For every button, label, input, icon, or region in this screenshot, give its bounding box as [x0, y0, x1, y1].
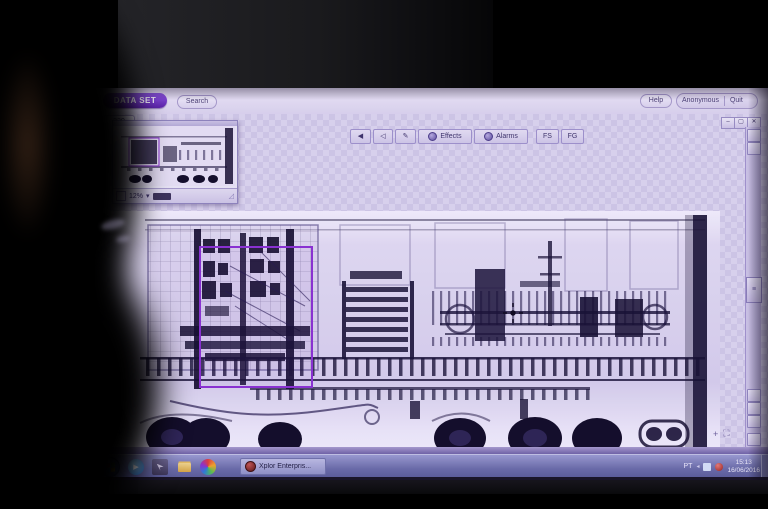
- thumbnail-resize-grip[interactable]: ◿: [229, 192, 234, 200]
- explorer-folder-icon[interactable]: [176, 459, 192, 475]
- anonymous-user-label: Anonymous: [682, 97, 719, 104]
- task-app-icon: [245, 461, 256, 472]
- corner-mark-icon: ∟: [103, 428, 112, 438]
- annotate-pencil-button[interactable]: ✎: [395, 128, 416, 144]
- silhouette-skin-highlight: [0, 50, 55, 240]
- help-button[interactable]: Help: [640, 94, 672, 108]
- strip-button-top-1[interactable]: [747, 129, 761, 142]
- strip-button-bottom-4[interactable]: [747, 433, 761, 446]
- session-group: Anonymous Quit: [676, 93, 758, 109]
- alarms-icon: [484, 131, 494, 141]
- clock-date: 16/06/2016: [727, 466, 760, 474]
- background-wall: [118, 0, 403, 88]
- thumbnail-footer: 12% ▾ ◿: [113, 188, 237, 203]
- scan-right-edge: [693, 215, 707, 451]
- zoom-in-right-button[interactable]: +: [713, 429, 718, 439]
- tray-icon-2[interactable]: [715, 462, 724, 471]
- background-wall-shadow: [403, 0, 493, 88]
- expand-view-button[interactable]: ⛶: [723, 428, 729, 439]
- right-control-strip: ≡: [745, 127, 762, 447]
- threat-annotation-rectangle[interactable]: [199, 246, 313, 388]
- show-desktop-button[interactable]: [761, 455, 768, 478]
- thumbnail-zoom-slider[interactable]: [152, 192, 171, 200]
- windows-logo-icon: [105, 461, 115, 473]
- zoom-in-left-button[interactable]: +: [117, 428, 122, 438]
- zoom-percent-value[interactable]: 12%: [129, 193, 143, 200]
- strip-button-top-2[interactable]: [747, 142, 761, 155]
- monitor-chin: [0, 480, 768, 494]
- scan-right-edge-fade: [685, 215, 693, 451]
- thumbnail-scan-image: [113, 126, 235, 186]
- task-button-label: Xplor Enterpris...: [259, 463, 312, 470]
- media-player-icon[interactable]: ▶: [128, 459, 144, 475]
- strip-button-bottom-3[interactable]: [747, 415, 761, 428]
- image-toolbar: ◀ ◁ ✎ Effects Alarms FS FG: [350, 128, 584, 144]
- previous-button[interactable]: ◁: [373, 128, 393, 144]
- thumbnail-tool-icon[interactable]: [116, 191, 126, 201]
- start-button[interactable]: [100, 457, 120, 477]
- back-button[interactable]: ◀: [350, 128, 371, 144]
- quit-button[interactable]: Quit: [725, 94, 748, 108]
- zoom-dropdown-caret-icon[interactable]: ▾: [146, 192, 150, 200]
- scanner-app-icon[interactable]: [200, 459, 216, 475]
- viewer-workspace: 329 – ▢ ✕ ◀ ◁ ✎ Effects Alarms FS FG: [95, 114, 768, 456]
- tray-expand-caret-icon[interactable]: ◂: [696, 463, 699, 470]
- taskbar-clock[interactable]: 15:13 16/06/2016: [727, 459, 760, 475]
- pointer-tool-icon[interactable]: [152, 459, 168, 475]
- effects-icon: [428, 131, 438, 141]
- photo-of-monitor: DATA SET Search Help Anonymous Quit 329 …: [0, 0, 768, 509]
- minimize-button[interactable]: –: [721, 117, 735, 129]
- monitor-screen: DATA SET Search Help Anonymous Quit 329 …: [95, 88, 768, 480]
- effects-button[interactable]: Effects: [418, 128, 472, 144]
- bottom-left-view-controls: ∟ +: [103, 428, 122, 438]
- active-task-button[interactable]: Xplor Enterpris...: [240, 458, 326, 475]
- system-tray: PT ◂ 15:13 16/06/2016: [683, 458, 760, 475]
- tray-icon-1[interactable]: [703, 462, 712, 471]
- alarms-button[interactable]: Alarms: [474, 128, 528, 144]
- xray-scan-image[interactable]: [110, 211, 720, 456]
- search-button[interactable]: Search: [177, 95, 217, 109]
- vertical-slider-thumb[interactable]: ≡: [746, 277, 762, 303]
- bottom-right-view-controls: + ⛶: [713, 428, 730, 439]
- app-top-bar: DATA SET Search Help Anonymous Quit: [95, 88, 768, 115]
- clock-time: 15:13: [735, 458, 752, 466]
- windows-taskbar: ▶ Xplor Enterpris... PT ◂ 15:13 16/06/20…: [95, 454, 768, 478]
- dataset-button[interactable]: DATA SET: [103, 93, 167, 108]
- app-bottom-frame: [95, 447, 768, 454]
- strip-button-bottom-2[interactable]: [747, 402, 761, 415]
- strip-button-bottom-1[interactable]: [747, 389, 761, 402]
- language-indicator[interactable]: PT: [683, 463, 692, 470]
- fs-button[interactable]: FS: [536, 128, 559, 144]
- overview-thumbnail-window[interactable]: 12% ▾ ◿: [112, 120, 238, 204]
- fg-button[interactable]: FG: [561, 128, 584, 144]
